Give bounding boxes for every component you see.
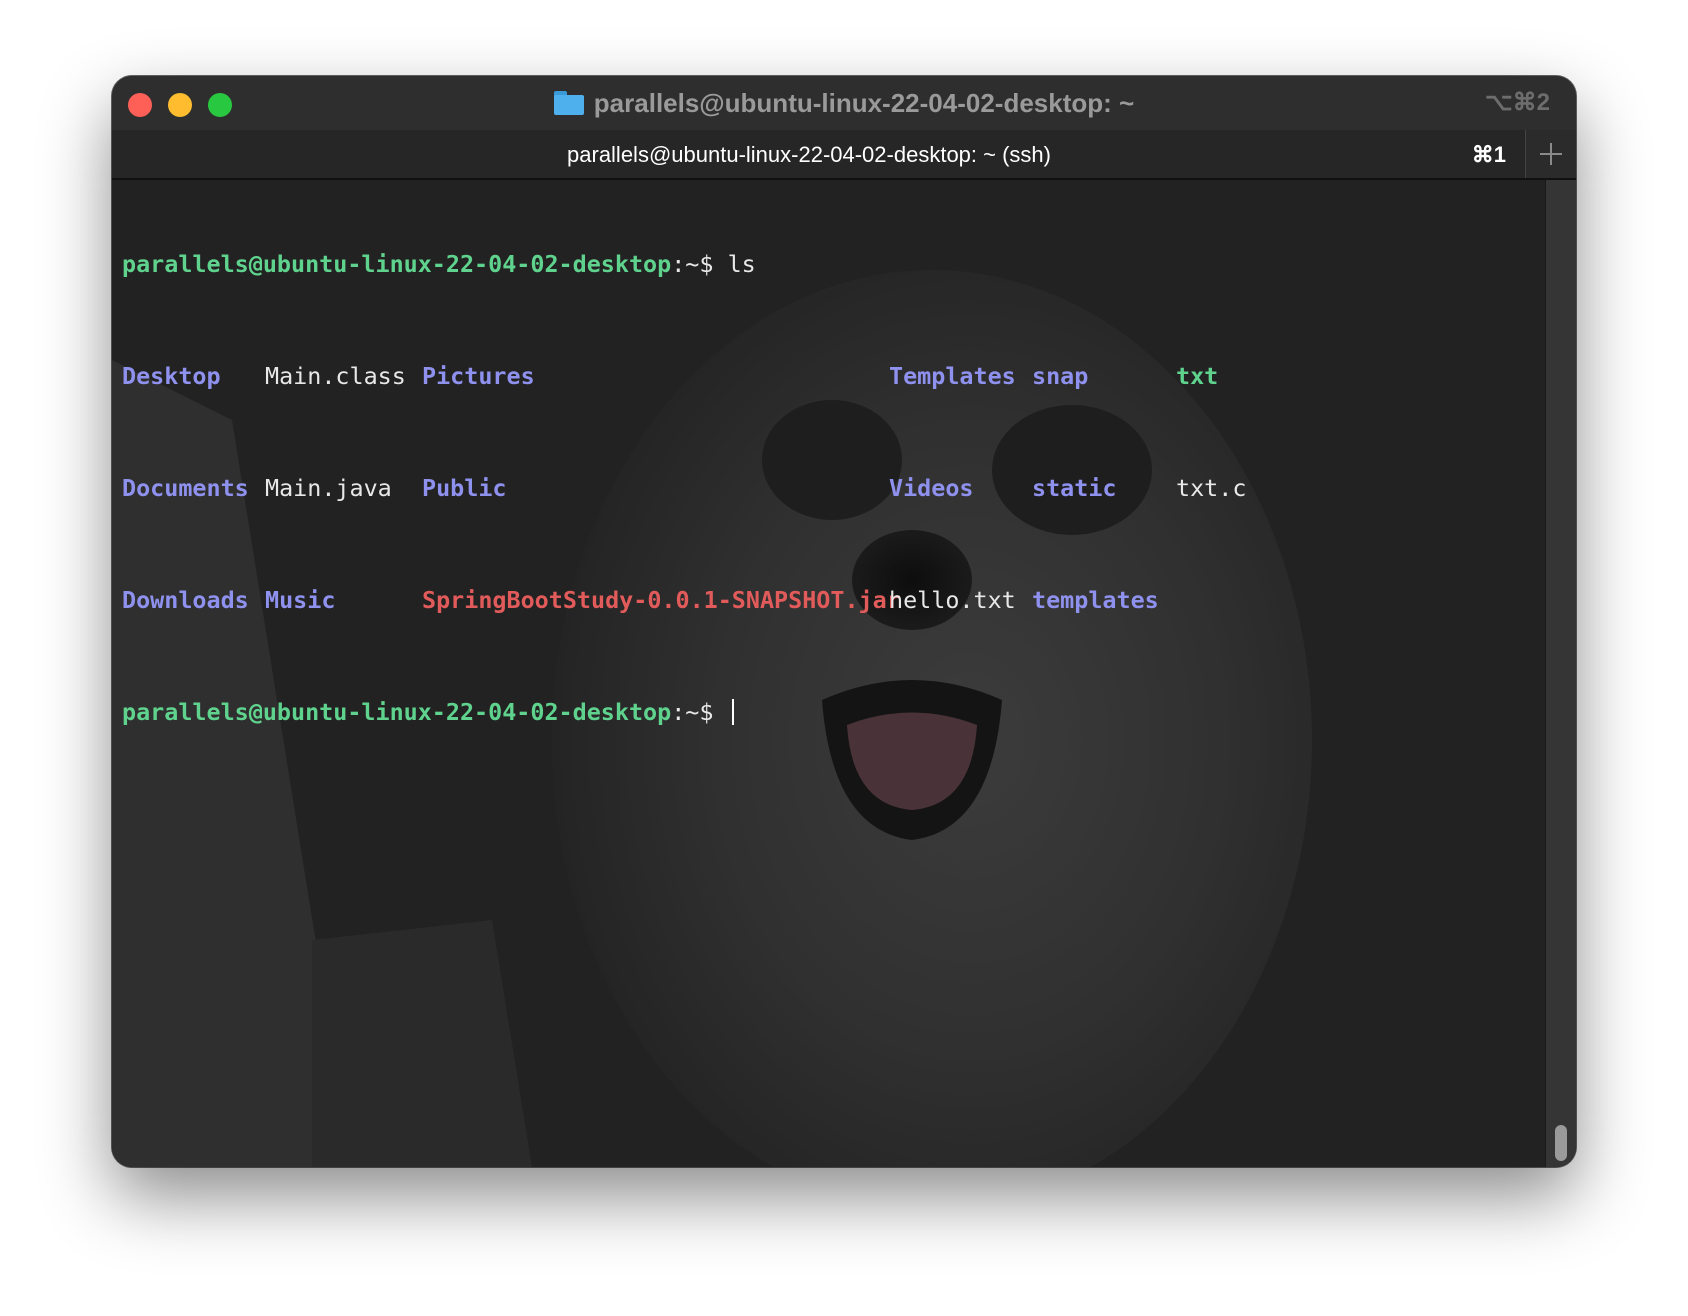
prompt-symbol: $	[699, 250, 728, 278]
tab-bar: parallels@ubuntu-linux-22-04-02-desktop:…	[112, 130, 1576, 180]
ls-entry: Music	[265, 586, 336, 614]
ls-entry: templates	[1032, 586, 1159, 614]
window-title: parallels@ubuntu-linux-22-04-02-desktop:…	[593, 88, 1135, 118]
ls-entry: Downloads	[122, 586, 249, 614]
scrollbar-thumb[interactable]	[1555, 1125, 1567, 1161]
prompt-user: parallels@ubuntu-linux-22-04-02-desktop	[122, 250, 672, 278]
prompt-symbol: $	[699, 698, 728, 726]
ls-entry: snap	[1032, 362, 1089, 390]
prompt-line: parallels@ubuntu-linux-22-04-02-desktop:…	[122, 250, 756, 278]
prompt-path: :~	[671, 250, 700, 278]
title-bar[interactable]: parallels@ubuntu-linux-22-04-02-desktop:…	[112, 76, 1576, 130]
ls-entry: txt	[1176, 362, 1219, 390]
terminal-content[interactable]: parallels@ubuntu-linux-22-04-02-desktop:…	[112, 180, 1576, 1167]
terminal-window: parallels@ubuntu-linux-22-04-02-desktop:…	[112, 76, 1576, 1167]
ls-entry: Documents	[122, 474, 249, 502]
terminal-output: parallels@ubuntu-linux-22-04-02-desktop:…	[122, 194, 1246, 782]
ls-entry: hello.txt	[889, 586, 1016, 614]
ls-row: Desktop Main.class Pictures Templates sn…	[122, 362, 1218, 390]
text-cursor	[731, 699, 734, 725]
prompt-user: parallels@ubuntu-linux-22-04-02-desktop	[122, 698, 672, 726]
ls-entry: Main.java	[265, 474, 392, 502]
ls-entry: Main.class	[265, 362, 406, 390]
ls-entry: Pictures	[422, 362, 535, 390]
folder-icon	[553, 91, 584, 115]
new-tab-button[interactable]	[1525, 130, 1576, 178]
command-text: ls	[727, 250, 756, 278]
scrollbar[interactable]	[1545, 180, 1576, 1167]
ls-entry: Videos	[889, 474, 974, 502]
tab-ssh[interactable]: parallels@ubuntu-linux-22-04-02-desktop:…	[112, 142, 1506, 168]
ls-entry: Public	[422, 474, 507, 502]
ls-row: Documents Main.java Public Videos static…	[122, 474, 1246, 502]
ls-entry: Templates	[889, 362, 1016, 390]
window-title-group: parallels@ubuntu-linux-22-04-02-desktop:…	[112, 88, 1576, 118]
prompt-line: parallels@ubuntu-linux-22-04-02-desktop:…	[122, 698, 756, 726]
ls-entry: Desktop	[122, 362, 221, 390]
window-shortcut: ⌥⌘2	[1484, 89, 1550, 116]
prompt-path: :~	[671, 698, 700, 726]
ls-row: Downloads Music SpringBootStudy-0.0.1-SN…	[122, 586, 1159, 614]
ls-entry: txt.c	[1176, 474, 1247, 502]
ls-entry: static	[1032, 474, 1117, 502]
ls-entry: SpringBootStudy-0.0.1-SNAPSHOT.jar	[422, 586, 901, 614]
tab-shortcut: ⌘1	[1471, 142, 1506, 167]
